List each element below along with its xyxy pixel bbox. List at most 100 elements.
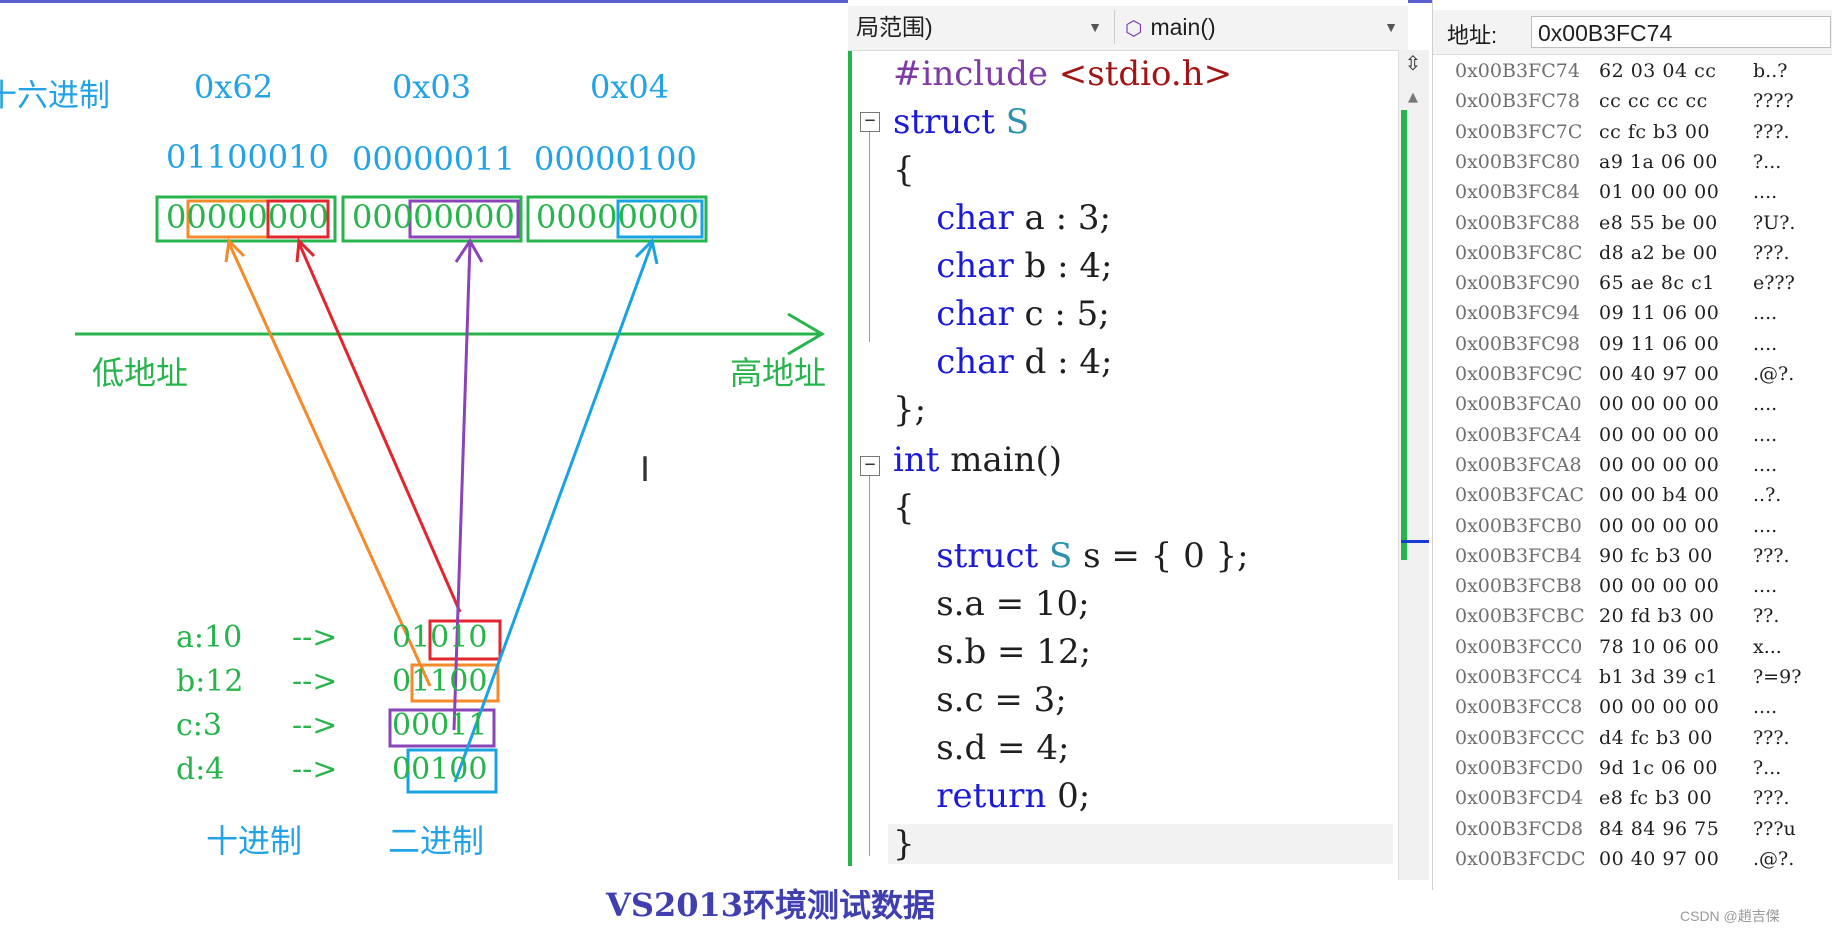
code-editor: 局范围) ▼ ⬡ main() ▼ − − #include <stdio.h> … [848,0,1408,890]
code-line-7: char d : 4; [936,342,1113,382]
memory-address: 0x00B3FCD0 [1455,756,1584,779]
memory-row[interactable]: 0x00B3FCC0 78 10 06 00 x... [1433,636,1832,666]
memory-row[interactable]: 0x00B3FCB4 90 fc b3 00???. [1433,545,1832,575]
row-b-arrow: --> [292,664,338,699]
scope-dropdown[interactable]: 局范围) ▼ [856,10,1108,44]
code-line-13: s.b = 12; [893,632,1092,672]
memory-row[interactable]: 0x00B3FC94 09 11 06 00.... [1433,302,1832,332]
memory-address: 0x00B3FCC4 [1455,666,1583,688]
memory-address: 0x00B3FCC8 [1455,696,1583,719]
row-d-arrow: --> [292,752,338,787]
memory-address: 0x00B3FC80 [1455,150,1580,173]
address-input[interactable]: 0x00B3FC74 [1531,16,1831,48]
memory-row[interactable]: 0x00B3FCD8 84 84 96 75 ???u [1433,818,1832,848]
memory-address: 0x00B3FC98 [1455,332,1580,355]
memory-address: 0x00B3FCA0 [1455,393,1582,416]
memory-row[interactable]: 0x00B3FCD0 9d 1c 06 00?... [1433,757,1832,787]
memory-row[interactable]: 0x00B3FCB8 00 00 00 00.... [1433,575,1832,605]
label-binary: 二进制 [388,822,485,860]
function-dropdown[interactable]: ⬡ main() ▼ [1114,10,1404,44]
scroll-up-icon[interactable]: ▲ [1404,90,1422,105]
memory-ascii: .... [1753,514,1778,537]
memory-row[interactable]: 0x00B3FCAC 00 00 b4 00..?. [1433,484,1832,514]
code-line-10: { [893,488,915,528]
memory-row[interactable]: 0x00B3FCB0 00 00 00 00.... [1433,515,1832,545]
memory-row[interactable]: 0x00B3FC98 09 11 06 00.... [1433,333,1832,363]
memory-address: 0x00B3FCC0 [1455,635,1583,658]
memory-bytes: 90 fc b3 00 [1599,544,1713,567]
memory-bytes: cc fc b3 00 [1599,120,1711,143]
memory-address: 0x00B3FCBC [1455,605,1585,628]
memory-ascii: .@?. [1753,363,1795,385]
memory-row[interactable]: 0x00B3FC8C d8 a2 be 00???. [1433,242,1832,272]
label-hex: 十六进制 [0,78,110,114]
row-c-label: c:3 [176,708,222,743]
memory-row[interactable]: 0x00B3FC88 e8 55 be 00 ?U?. [1433,212,1832,242]
memory-address: 0x00B3FC88 [1455,211,1580,234]
memory-ascii: .... [1753,332,1778,355]
memory-ascii: .... [1753,696,1778,719]
memory-ascii: x... [1753,635,1782,658]
fold-toggle-main[interactable]: − [860,456,880,476]
memory-bytes: e8 fc b3 00 [1599,787,1713,810]
memory-bytes: 84 84 96 75 [1599,817,1720,840]
memory-row[interactable]: 0x00B3FC78 cc cc cc cc???? [1433,90,1832,120]
memory-address: 0x00B3FC78 [1455,90,1580,113]
memory-address: 0x00B3FC9C [1455,363,1583,385]
row-a-label: a:10 [176,620,243,655]
memory-row[interactable]: 0x00B3FC9C 00 40 97 00 .@?. [1433,363,1832,393]
memory-row[interactable]: 0x00B3FCA4 00 00 00 00.... [1433,424,1832,454]
memory-bytes: 00 00 00 00 [1599,696,1720,719]
watermark: CSDN @趙吉傑 [1680,908,1780,924]
method-cube-icon: ⬡ [1125,18,1143,40]
memory-row[interactable]: 0x00B3FC74 62 03 04 cc b..? [1433,60,1832,90]
chevron-down-icon: ▼ [1384,19,1398,35]
memory-row[interactable]: 0x00B3FCBC 20 fd b3 00 ??. [1433,605,1832,635]
memory-row[interactable]: 0x00B3FC84 01 00 00 00.... [1433,181,1832,211]
memory-bytes: 00 00 00 00 [1599,423,1720,446]
memory-row[interactable]: 0x00B3FCC8 00 00 00 00.... [1433,696,1832,726]
memory-ascii: ???. [1753,241,1790,264]
memory-bytes: 65 ae 8c c1 [1599,272,1715,295]
memory-row[interactable]: 0x00B3FCCC d4 fc b3 00???. [1433,727,1832,757]
memory-bytes: 20 fd b3 00 [1599,605,1715,628]
memory-address: 0x00B3FC90 [1455,272,1580,295]
code-line-17: } [888,824,1393,864]
row-a-arrow: --> [292,620,338,655]
memory-address: 0x00B3FCB8 [1455,575,1582,598]
split-window-icon[interactable]: ⇳ [1401,52,1425,74]
memory-bytes: 01 00 00 00 [1599,181,1720,204]
memory-ascii: ?=9? [1753,666,1802,688]
fold-toggle-struct[interactable]: − [860,112,880,132]
memory-row[interactable]: 0x00B3FCD4 e8 fc b3 00???. [1433,787,1832,817]
bin-top-1: 00000011 [352,140,515,178]
memory-ascii: .... [1753,575,1778,598]
memory-row[interactable]: 0x00B3FC90 65 ae 8c c1 e??? [1433,272,1832,302]
memory-bytes: 09 11 06 00 [1599,332,1720,355]
memory-row[interactable]: 0x00B3FC7C cc fc b3 00???. [1433,121,1832,151]
memory-bytes: 9d 1c 06 00 [1599,756,1718,779]
hex-byte-2: 0x04 [590,68,670,106]
memory-ascii: .@?. [1753,847,1795,870]
memory-ascii: .... [1753,302,1778,325]
row-c-arrow: --> [292,708,338,743]
memory-ascii: ???? [1753,90,1794,113]
code-line-1: #include <stdio.h> [893,54,1233,94]
memory-bytes: 62 03 04 cc [1599,60,1717,82]
memory-row[interactable]: 0x00B3FCA8 00 00 00 00.... [1433,454,1832,484]
code-line-12: s.a = 10; [893,584,1090,624]
memory-row[interactable]: 0x00B3FC80 a9 1a 06 00?... [1433,151,1832,181]
memory-ascii: ?... [1753,756,1782,779]
code-area[interactable]: − − #include <stdio.h> struct S { char a… [848,50,1408,890]
memory-row[interactable]: 0x00B3FCA0 00 00 00 00.... [1433,393,1832,423]
memory-bytes: 00 40 97 00 [1599,363,1720,385]
memory-bytes: d4 fc b3 00 [1599,726,1713,749]
memory-row[interactable]: 0x00B3FCDC 00 40 97 00 .@?. [1433,848,1832,878]
memory-row[interactable]: 0x00B3FCC4 b1 3d 39 c1 ?=9? [1433,666,1832,696]
memory-address: 0x00B3FCCC [1455,726,1585,749]
memory-address: 0x00B3FC94 [1455,302,1580,325]
scrollbar-change-marker [1401,110,1407,560]
chevron-down-icon: ▼ [1088,19,1102,35]
label-low-address: 低地址 [92,354,189,392]
memory-bytes: 78 10 06 00 [1599,635,1720,658]
